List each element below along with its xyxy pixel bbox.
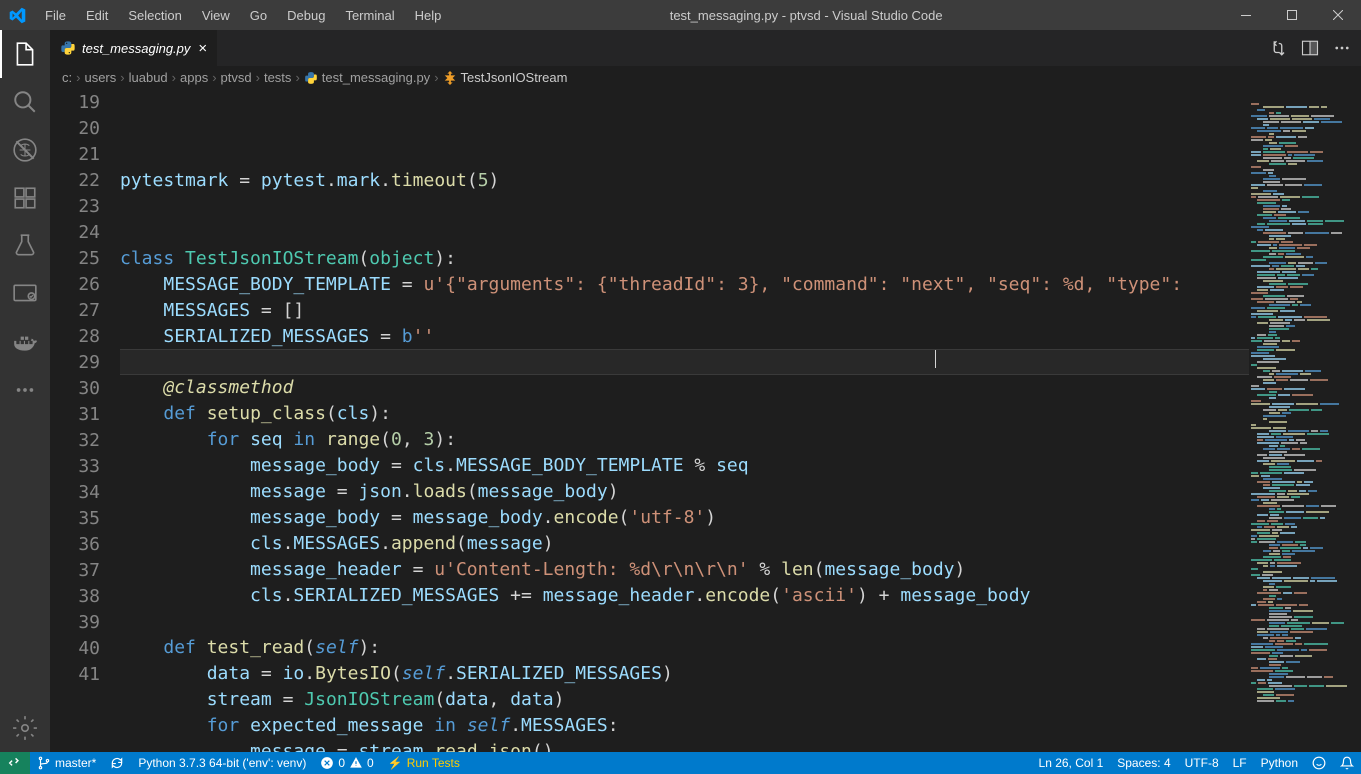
editor-area: test_messaging.py × c:› users› luabud› a… xyxy=(50,30,1361,752)
breadcrumb-item[interactable]: test_messaging.py xyxy=(304,70,430,85)
breadcrumb-item[interactable]: tests xyxy=(264,70,291,85)
debug-disabled-icon[interactable] xyxy=(0,126,50,174)
feedback-icon[interactable] xyxy=(1305,752,1333,774)
extensions-icon[interactable] xyxy=(0,174,50,222)
code-content[interactable]: pytestmark = pytest.mark.timeout(5) clas… xyxy=(120,90,1249,752)
vscode-logo-icon xyxy=(0,7,35,24)
breadcrumb-item[interactable]: luabud xyxy=(129,70,168,85)
menu-edit[interactable]: Edit xyxy=(76,0,118,30)
close-button[interactable] xyxy=(1315,0,1361,30)
encoding[interactable]: UTF-8 xyxy=(1178,752,1226,774)
menu-file[interactable]: File xyxy=(35,0,76,30)
menu-debug[interactable]: Debug xyxy=(277,0,335,30)
activity-bar xyxy=(0,30,50,752)
menu-help[interactable]: Help xyxy=(405,0,452,30)
status-bar: master* Python 3.7.3 64-bit ('env': venv… xyxy=(0,752,1361,774)
menu-view[interactable]: View xyxy=(192,0,240,30)
split-editor-icon[interactable] xyxy=(1301,39,1319,57)
remote-icon[interactable] xyxy=(0,270,50,318)
git-branch[interactable]: master* xyxy=(30,752,103,774)
breadcrumb-item[interactable]: apps xyxy=(180,70,208,85)
editor-tabs: test_messaging.py × xyxy=(50,30,1361,66)
editor-more-icon[interactable] xyxy=(1333,39,1351,57)
tab-close-icon[interactable]: × xyxy=(198,40,207,57)
code-editor[interactable]: 1920212223242526272829303132333435363738… xyxy=(50,90,1249,752)
breadcrumb-item[interactable]: users xyxy=(84,70,116,85)
language-mode[interactable]: Python xyxy=(1254,752,1305,774)
breadcrumb-item[interactable]: c: xyxy=(62,70,72,85)
notifications-icon[interactable] xyxy=(1333,752,1361,774)
menu-selection[interactable]: Selection xyxy=(118,0,191,30)
sync-button[interactable] xyxy=(103,752,131,774)
settings-gear-icon[interactable] xyxy=(0,704,50,752)
menu-bar: File Edit Selection View Go Debug Termin… xyxy=(35,0,451,30)
minimap[interactable] xyxy=(1249,90,1361,752)
python-interpreter[interactable]: Python 3.7.3 64-bit ('env': venv) xyxy=(131,752,313,774)
titlebar: File Edit Selection View Go Debug Termin… xyxy=(0,0,1361,30)
breadcrumb-item[interactable]: TestJsonIOStream xyxy=(443,70,568,85)
cursor-position[interactable]: Ln 26, Col 1 xyxy=(1032,752,1111,774)
window-controls xyxy=(1161,0,1361,30)
search-icon[interactable] xyxy=(0,78,50,126)
menu-terminal[interactable]: Terminal xyxy=(335,0,404,30)
line-gutter: 1920212223242526272829303132333435363738… xyxy=(50,90,120,752)
more-icon[interactable] xyxy=(0,366,50,414)
breadcrumbs[interactable]: c:› users› luabud› apps› ptvsd› tests› t… xyxy=(50,66,1361,90)
maximize-button[interactable] xyxy=(1269,0,1315,30)
remote-button[interactable] xyxy=(0,752,30,774)
eol[interactable]: LF xyxy=(1226,752,1254,774)
compare-changes-icon[interactable] xyxy=(1269,39,1287,57)
breadcrumb-item[interactable]: ptvsd xyxy=(221,70,252,85)
run-tests-button[interactable]: ⚡Run Tests xyxy=(381,752,467,774)
indentation[interactable]: Spaces: 4 xyxy=(1110,752,1177,774)
test-icon[interactable] xyxy=(0,222,50,270)
menu-go[interactable]: Go xyxy=(240,0,277,30)
text-cursor xyxy=(935,350,936,368)
problems[interactable]: 0 0 xyxy=(313,752,380,774)
tab-test-messaging[interactable]: test_messaging.py × xyxy=(50,30,218,66)
minimize-button[interactable] xyxy=(1223,0,1269,30)
docker-icon[interactable] xyxy=(0,318,50,366)
window-title: test_messaging.py - ptvsd - Visual Studi… xyxy=(451,8,1161,23)
tab-filename: test_messaging.py xyxy=(82,41,190,56)
explorer-icon[interactable] xyxy=(0,30,50,78)
